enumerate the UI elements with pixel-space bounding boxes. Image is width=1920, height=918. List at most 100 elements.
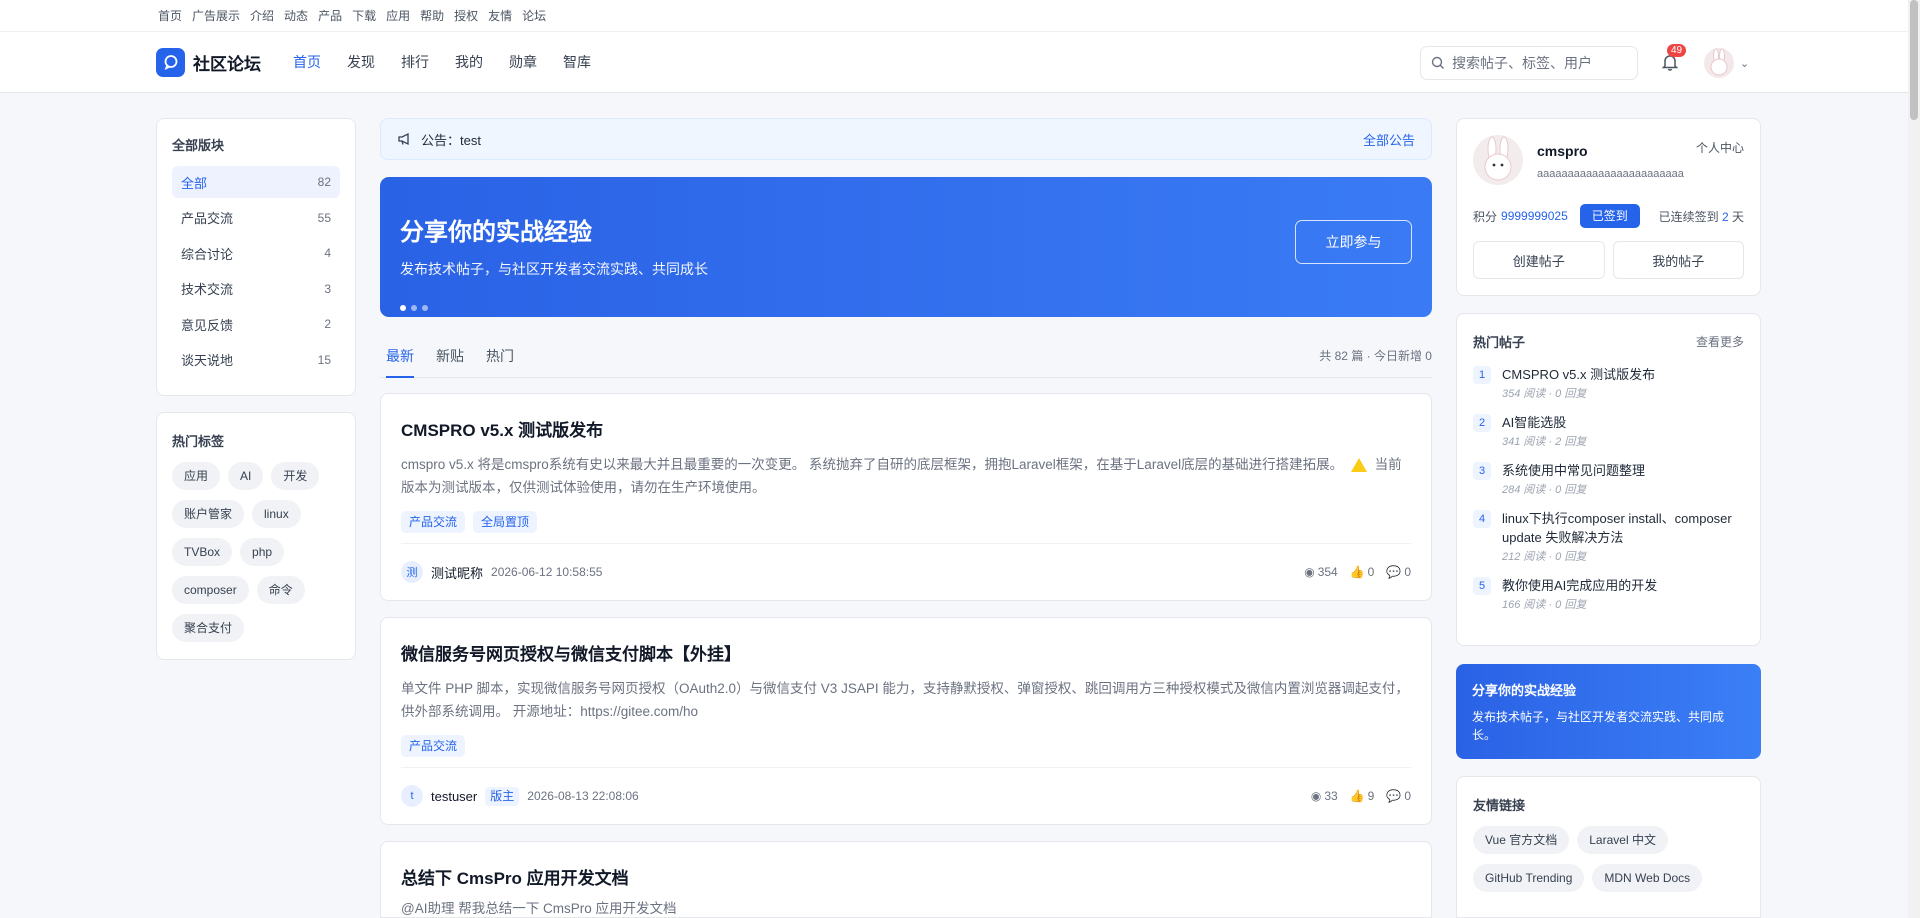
chevron-down-icon[interactable]: ⌄ bbox=[1740, 57, 1749, 70]
post-tag[interactable]: 产品交流 bbox=[401, 511, 466, 533]
board-item-tech[interactable]: 技术交流 3 bbox=[172, 273, 340, 305]
my-posts-button[interactable]: 我的帖子 bbox=[1612, 241, 1744, 279]
nav-mine[interactable]: 我的 bbox=[455, 52, 483, 72]
eye-icon: ◉ bbox=[1310, 789, 1322, 803]
signed-in-button[interactable]: 已签到 bbox=[1579, 204, 1640, 228]
tag-pill[interactable]: 聚合支付 bbox=[172, 614, 245, 642]
author-name[interactable]: testuser bbox=[431, 789, 477, 804]
carousel-dot[interactable] bbox=[400, 305, 406, 311]
tag-pill[interactable]: 命令 bbox=[256, 576, 305, 604]
scrollbar-thumb[interactable] bbox=[1910, 0, 1918, 120]
post-card[interactable]: 微信服务号网页授权与微信支付脚本【外挂】 单文件 PHP 脚本，实现微信服务号网… bbox=[380, 617, 1432, 825]
toplink-ads[interactable]: 广告展示 bbox=[192, 7, 240, 24]
join-button[interactable]: 立即参与 bbox=[1295, 220, 1412, 264]
toplink-news[interactable]: 动态 bbox=[284, 7, 308, 24]
tag-pill[interactable]: 账户管家 bbox=[172, 500, 245, 528]
post-time: 2026-08-13 22:08:06 bbox=[527, 789, 639, 803]
comment-icon[interactable]: 💬 bbox=[1386, 789, 1401, 803]
post-title[interactable]: 微信服务号网页授权与微信支付脚本【外挂】 bbox=[401, 640, 1411, 665]
toplink-friends[interactable]: 友情 bbox=[488, 7, 512, 24]
toplink-intro[interactable]: 介绍 bbox=[250, 7, 274, 24]
nav-medals[interactable]: 勋章 bbox=[509, 52, 537, 72]
tab-new[interactable]: 新贴 bbox=[436, 338, 464, 378]
streak-suffix: 天 bbox=[1731, 209, 1744, 224]
board-count: 4 bbox=[324, 246, 331, 260]
toplink-download[interactable]: 下载 bbox=[352, 7, 376, 24]
author-name[interactable]: 测试昵称 bbox=[431, 563, 483, 582]
friend-link[interactable]: Laravel 中文 bbox=[1577, 826, 1668, 854]
hot-post-stats: 341 阅读 · 2 回复 bbox=[1502, 436, 1587, 448]
post-card[interactable]: 总结下 CmsPro 应用开发文档 @AI助理 帮我总结一下 CmsPro 应用… bbox=[380, 841, 1432, 918]
hot-post-title[interactable]: linux下执行composer install、composer update… bbox=[1502, 509, 1744, 547]
personal-center-link[interactable]: 个人中心 bbox=[1696, 139, 1744, 156]
streak-days: 2 bbox=[1721, 209, 1729, 224]
hot-post-title[interactable]: CMSPRO v5.x 测试版发布 bbox=[1502, 365, 1655, 384]
board-item-all[interactable]: 全部 82 bbox=[172, 166, 340, 198]
post-title[interactable]: CMSPRO v5.x 测试版发布 bbox=[401, 416, 1411, 441]
post-title[interactable]: 总结下 CmsPro 应用开发文档 bbox=[401, 864, 1411, 889]
toplink-home[interactable]: 首页 bbox=[158, 7, 182, 24]
friend-link[interactable]: MDN Web Docs bbox=[1592, 864, 1703, 892]
promo-card[interactable]: 分享你的实战经验 发布技术帖子，与社区开发者交流实践、共同成长。 bbox=[1456, 664, 1761, 759]
nav-home[interactable]: 首页 bbox=[293, 52, 321, 72]
tag-pill[interactable]: linux bbox=[252, 500, 301, 528]
hot-post-item[interactable]: 1 CMSPRO v5.x 测试版发布 354 阅读 · 0 回复 bbox=[1473, 365, 1744, 401]
thumbs-up-icon[interactable]: 👍 bbox=[1350, 565, 1365, 579]
nav-ranking[interactable]: 排行 bbox=[401, 52, 429, 72]
tag-pill[interactable]: composer bbox=[172, 576, 249, 604]
announcement-text[interactable]: 公告：test bbox=[421, 130, 481, 149]
hot-post-item[interactable]: 5 教你使用AI完成应用的开发 166 阅读 · 0 回复 bbox=[1473, 576, 1744, 612]
tag-pill[interactable]: 开发 bbox=[271, 462, 320, 490]
thumbs-up-icon[interactable]: 👍 bbox=[1350, 789, 1365, 803]
carousel-dot[interactable] bbox=[422, 305, 428, 311]
tag-pill[interactable]: AI bbox=[228, 462, 264, 490]
hot-post-item[interactable]: 2 AI智能选股 341 阅读 · 2 回复 bbox=[1473, 413, 1744, 449]
create-post-button[interactable]: 创建帖子 bbox=[1473, 241, 1605, 279]
board-item-product[interactable]: 产品交流 55 bbox=[172, 202, 340, 234]
hot-post-title[interactable]: AI智能选股 bbox=[1502, 413, 1586, 432]
post-card[interactable]: CMSPRO v5.x 测试版发布 cmspro v5.x 将是cmspro系统… bbox=[380, 393, 1432, 601]
hot-post-title[interactable]: 教你使用AI完成应用的开发 bbox=[1502, 576, 1657, 595]
toplink-license[interactable]: 授权 bbox=[454, 7, 478, 24]
like-count: 9 bbox=[1367, 789, 1375, 803]
board-item-general[interactable]: 综合讨论 4 bbox=[172, 237, 340, 269]
friend-link[interactable]: GitHub Trending bbox=[1473, 864, 1585, 892]
hot-post-item[interactable]: 4 linux下执行composer install、composer upda… bbox=[1473, 509, 1744, 564]
nav-discover[interactable]: 发现 bbox=[347, 52, 375, 72]
eye-icon: ◉ bbox=[1304, 565, 1315, 579]
toplink-forum[interactable]: 论坛 bbox=[522, 7, 546, 24]
hot-post-title[interactable]: 系统使用中常见问题整理 bbox=[1502, 461, 1645, 480]
tab-hot[interactable]: 热门 bbox=[486, 338, 514, 378]
profile-name[interactable]: cmspro bbox=[1537, 143, 1588, 159]
all-announcements-link[interactable]: 全部公告 bbox=[1363, 130, 1415, 149]
toplink-apps[interactable]: 应用 bbox=[386, 7, 410, 24]
author-avatar[interactable]: t bbox=[401, 785, 423, 807]
nav-thinktank[interactable]: 智库 bbox=[563, 52, 591, 72]
comment-icon[interactable]: 💬 bbox=[1386, 565, 1401, 579]
profile-avatar[interactable] bbox=[1473, 135, 1523, 185]
search-input[interactable]: 搜索帖子、标签、用户 bbox=[1420, 46, 1638, 80]
board-item-feedback[interactable]: 意见反馈 2 bbox=[172, 308, 340, 340]
tag-pill[interactable]: php bbox=[240, 538, 285, 566]
search-icon bbox=[1431, 56, 1444, 69]
friend-link[interactable]: Vue 官方文档 bbox=[1473, 826, 1570, 854]
post-tag[interactable]: 产品交流 bbox=[401, 735, 466, 757]
post-meta: 测 测试昵称 2026-06-12 10:58:55 ◉ 354 👍 0 💬 0 bbox=[401, 543, 1411, 600]
board-label: 综合讨论 bbox=[181, 246, 234, 262]
user-avatar[interactable] bbox=[1704, 48, 1734, 78]
page-scrollbar[interactable] bbox=[1908, 0, 1920, 918]
tab-latest[interactable]: 最新 bbox=[386, 338, 414, 378]
rank-number: 4 bbox=[1473, 510, 1491, 528]
carousel-dot[interactable] bbox=[411, 305, 417, 311]
post-tag[interactable]: 全局置顶 bbox=[473, 511, 538, 533]
site-logo[interactable]: 社区论坛 bbox=[156, 47, 261, 77]
carousel-dots bbox=[400, 305, 1412, 311]
tag-pill[interactable]: 应用 bbox=[172, 462, 221, 490]
board-item-chat[interactable]: 谈天说地 15 bbox=[172, 344, 340, 376]
view-more-link[interactable]: 查看更多 bbox=[1696, 333, 1744, 350]
toplink-product[interactable]: 产品 bbox=[318, 7, 342, 24]
toplink-help[interactable]: 帮助 bbox=[420, 7, 444, 24]
tag-pill[interactable]: TVBox bbox=[172, 538, 233, 566]
hot-post-item[interactable]: 3 系统使用中常见问题整理 284 阅读 · 0 回复 bbox=[1473, 461, 1744, 497]
author-avatar[interactable]: 测 bbox=[401, 561, 423, 583]
